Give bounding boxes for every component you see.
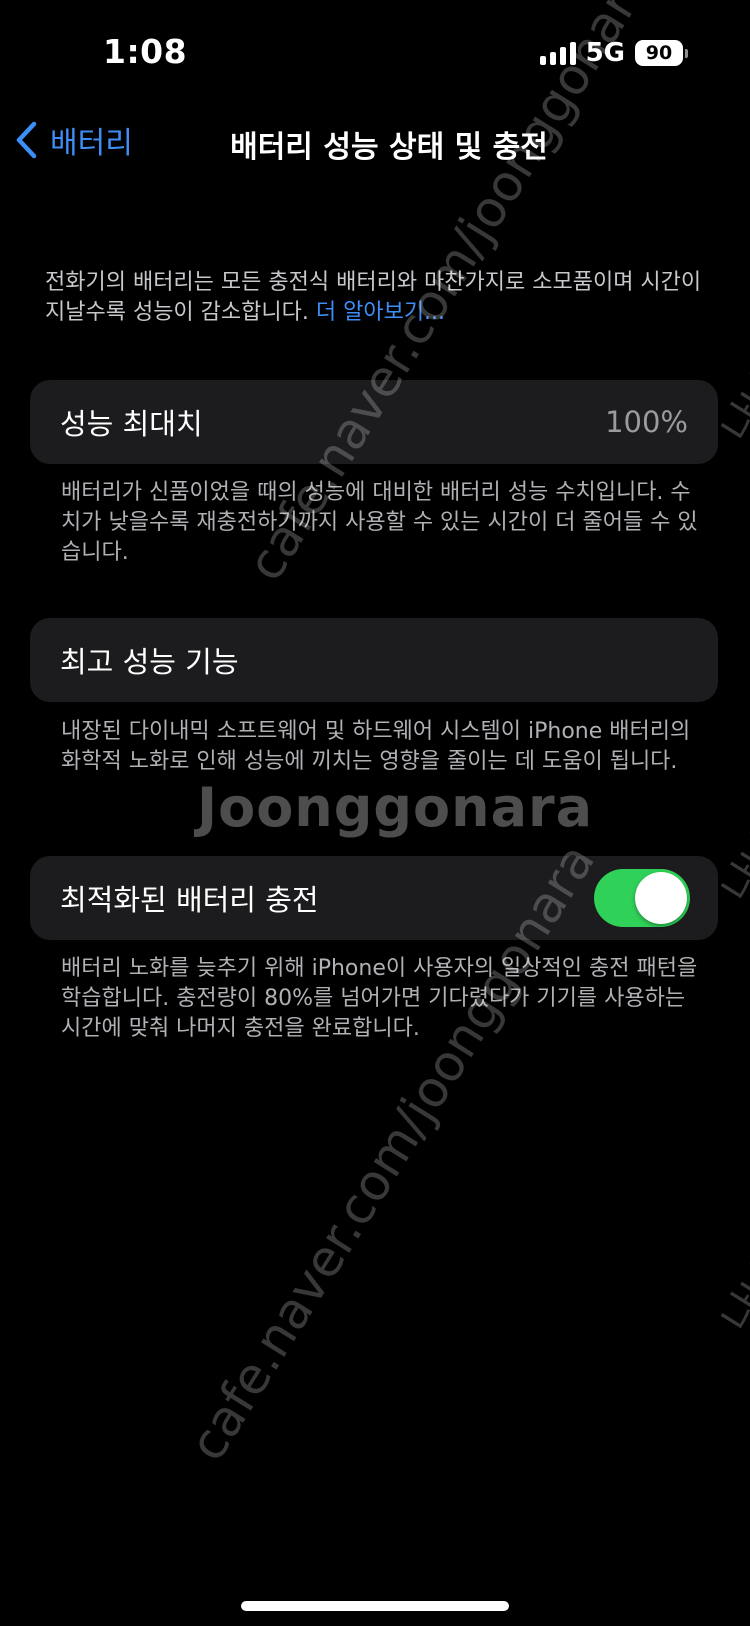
status-bar: 1:08 5G 90 — [0, 0, 750, 100]
max-capacity-row: 성능 최대치 100% — [30, 380, 718, 464]
page-title: 배터리 성능 상태 및 충전 — [230, 130, 548, 165]
peak-performance-footnote: 내장된 다이내믹 소프트웨어 및 하드웨어 시스템이 iPhone 배터리의 화… — [61, 719, 691, 774]
optimized-charging-label: 최적화된 배터리 충전 — [60, 883, 319, 917]
cellular-signal-icon — [539, 41, 576, 65]
peak-performance-label: 최고 성능 기능 — [60, 645, 239, 679]
max-capacity-label: 성능 최대치 — [60, 407, 203, 441]
watermark-brand: Joonggonara — [197, 776, 594, 839]
optimized-charging-toggle[interactable] — [594, 869, 690, 927]
optimized-charging-row: 최적화된 배터리 충전 — [30, 856, 718, 940]
intro-text: 전화기의 배터리는 모든 충전식 배터리와 마찬가지로 소모품이며 시간이 지날… — [45, 268, 711, 328]
watermark-side: 나나 — [713, 1252, 750, 1340]
home-indicator[interactable] — [241, 1601, 509, 1611]
optimized-charging-footnote: 배터리 노화를 늦추기 위해 iPhone이 사용자의 일상적인 충전 패턴을 … — [61, 956, 698, 1041]
max-capacity-value: 100% — [605, 405, 688, 439]
status-time: 1:08 — [103, 32, 188, 71]
learn-more-link[interactable]: 더 알아보기... — [316, 300, 445, 325]
battery-icon: 90 — [635, 40, 688, 66]
peak-performance-row[interactable]: 최고 성능 기능 — [30, 618, 718, 702]
max-capacity-footnote: 배터리가 신품이었을 때의 성능에 대비한 배터리 성능 수치입니다. 수치가 … — [61, 480, 698, 565]
toggle-knob — [635, 872, 687, 924]
network-type: 5G — [585, 38, 625, 68]
status-indicators: 5G 90 — [539, 38, 688, 68]
battery-level: 90 — [635, 40, 683, 66]
